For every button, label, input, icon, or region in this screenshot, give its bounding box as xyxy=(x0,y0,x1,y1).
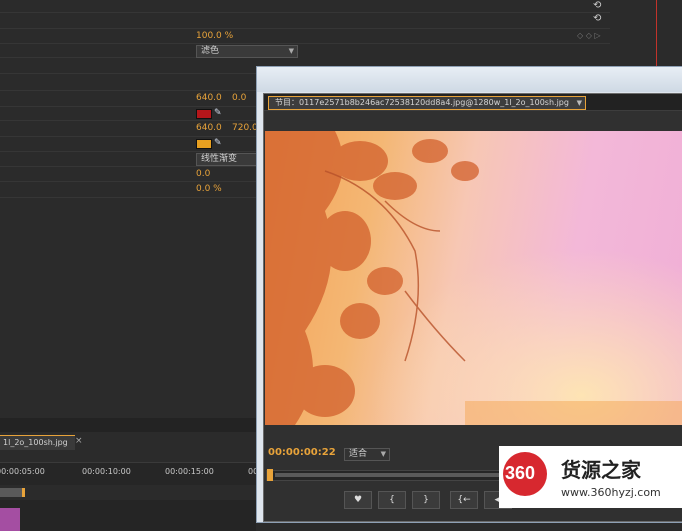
mark-out-icon: } xyxy=(423,495,429,505)
playhead-marker[interactable] xyxy=(267,469,273,481)
close-icon[interactable]: × xyxy=(75,436,83,446)
panel-tab-bar: 节目：0117e2571b8b246ac72538120dd8a4.jpg@12… xyxy=(264,94,682,111)
timeline-track xyxy=(0,500,256,531)
keyframe-nav-icon[interactable]: ◇ ◇ ▷ xyxy=(577,31,601,40)
watermark-name: 货源之家 xyxy=(561,458,641,482)
fit-select[interactable]: 适合 ▼ xyxy=(344,448,390,461)
watermark: 360 货源之家 www.360hyzj.com xyxy=(499,446,682,508)
video-preview xyxy=(265,131,682,425)
blend-mode-select[interactable]: 滤色 ▼ xyxy=(196,45,298,58)
blend-mode-label: 滤色 xyxy=(201,46,220,56)
timeline-tab[interactable]: 1l_2o_100sh.jpg xyxy=(0,435,75,450)
program-monitor-tab[interactable]: 节目：0117e2571b8b246ac72538120dd8a4.jpg@12… xyxy=(268,96,586,110)
mark-in-button[interactable]: { xyxy=(378,491,406,509)
ruler-tick-label: 00:00:10:00 xyxy=(82,467,131,476)
watermark-url: www.360hyzj.com xyxy=(561,486,661,499)
end-x-value[interactable]: 640.0 xyxy=(196,123,222,133)
timeline-tab-label: 1l_2o_100sh.jpg xyxy=(3,438,68,447)
ramp-shape-select[interactable]: 线性渐变 xyxy=(196,153,260,166)
foliage-image xyxy=(265,131,682,425)
video-clip[interactable] xyxy=(0,508,20,531)
end-color-swatch[interactable] xyxy=(196,139,212,149)
reset-icon[interactable]: ⟲ xyxy=(593,13,601,24)
eyedropper-icon[interactable]: ✎ xyxy=(214,138,224,148)
tab-menu-icon[interactable]: ▼ xyxy=(577,97,582,109)
blend-with-original-value[interactable]: 0.0 % xyxy=(196,184,222,194)
chevron-down-icon: ▼ xyxy=(288,47,294,55)
fit-select-label: 适合 xyxy=(349,449,368,459)
start-x-value[interactable]: 640.0 xyxy=(196,93,222,103)
ruler-tick-label: 00:00:05:00 xyxy=(0,467,45,476)
eyedropper-icon[interactable]: ✎ xyxy=(214,108,224,118)
work-area-bar[interactable] xyxy=(0,488,25,497)
go-to-in-button[interactable]: {← xyxy=(450,491,478,509)
marker-icon: ♥ xyxy=(353,495,363,505)
ruler-tick-label: 00:00:15:00 xyxy=(165,467,214,476)
timecode-display[interactable]: 00:00:00:22 xyxy=(268,447,336,458)
chevron-down-icon: ▼ xyxy=(380,450,386,458)
reset-icon[interactable]: ⟲ xyxy=(593,0,601,11)
mark-out-button[interactable]: } xyxy=(412,491,440,509)
ramp-shape-label: 线性渐变 xyxy=(201,154,238,164)
add-marker-button[interactable]: ♥ xyxy=(344,491,372,509)
mark-in-icon: { xyxy=(389,495,395,505)
opacity-value[interactable]: 100.0 % xyxy=(196,31,233,41)
go-to-in-icon: {← xyxy=(457,495,471,505)
watermark-logo: 360 xyxy=(503,452,547,496)
window-titlebar[interactable] xyxy=(257,67,682,92)
program-monitor-tab-label: 节目：0117e2571b8b246ac72538120dd8a4.jpg@12… xyxy=(275,98,569,107)
current-time-line xyxy=(656,0,657,66)
end-y-value[interactable]: 720.0 xyxy=(232,123,258,133)
start-y-value[interactable]: 0.0 xyxy=(232,93,246,103)
timeline-divider xyxy=(0,418,256,432)
start-color-swatch[interactable] xyxy=(196,109,212,119)
ramp-scatter-value[interactable]: 0.0 xyxy=(196,169,210,179)
timeline-ruler[interactable]: 00:00:05:00 00:00:10:00 00:00:15:00 00:0 xyxy=(0,462,266,485)
